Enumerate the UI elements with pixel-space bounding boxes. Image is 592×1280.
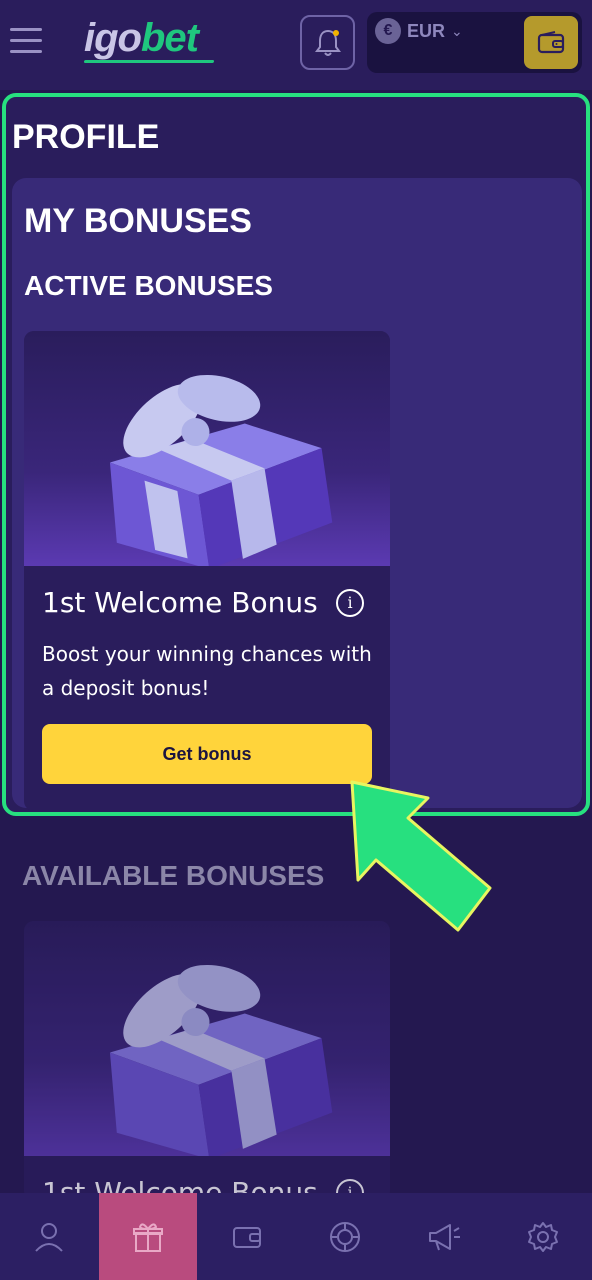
notifications-button[interactable] [300, 15, 355, 70]
logo-suffix: bet [140, 16, 199, 60]
nav-profile[interactable] [0, 1193, 99, 1280]
top-header: igobet € EUR ⌄ [0, 0, 592, 90]
bonus-description: Boost your winning chances with a deposi… [42, 642, 372, 700]
currency-selector[interactable]: € EUR ⌄ [375, 18, 463, 44]
gift-box-image [24, 331, 390, 570]
logo-prefix: igo [84, 16, 142, 60]
page-title: PROFILE [12, 118, 160, 156]
chip-icon [330, 1221, 361, 1252]
my-bonuses-heading: MY BONUSES [24, 202, 252, 240]
get-bonus-button[interactable]: Get bonus [42, 724, 372, 784]
gift-box-image [24, 921, 390, 1160]
info-icon[interactable]: i [336, 588, 364, 617]
active-bonuses-heading: ACTIVE BONUSES [24, 270, 273, 301]
nav-casino[interactable] [296, 1193, 395, 1280]
notification-dot [333, 30, 339, 36]
euro-icon: € [375, 18, 401, 44]
nav-settings[interactable] [493, 1193, 592, 1280]
active-bonus-card: 1st Welcome Bonus i Boost your winning c… [24, 331, 390, 811]
available-bonus-card: 1st Welcome Bonus i [24, 921, 390, 1201]
nav-promotions[interactable] [395, 1193, 494, 1280]
wallet-icon [537, 30, 565, 53]
currency-label: EUR [407, 20, 446, 41]
user-icon [35, 1222, 64, 1252]
gift-icon [133, 1222, 163, 1252]
wallet-icon [232, 1226, 261, 1248]
megaphone-icon [429, 1223, 461, 1250]
available-bonuses-heading: AVAILABLE BONUSES [22, 860, 325, 891]
nav-bonuses[interactable] [98, 1193, 198, 1280]
nav-wallet[interactable] [197, 1193, 296, 1280]
chevron-down-icon: ⌄ [451, 22, 463, 39]
wallet-button[interactable] [524, 16, 578, 69]
logo[interactable]: igobet [84, 16, 199, 61]
logo-underline [83, 60, 215, 63]
balance-panel: € EUR ⌄ [367, 12, 582, 73]
bonus-title: 1st Welcome Bonus [42, 586, 318, 619]
bottom-navigation [0, 1193, 592, 1280]
pointer-arrow-icon [350, 780, 492, 932]
gear-icon [527, 1221, 558, 1252]
menu-icon[interactable] [10, 28, 42, 56]
